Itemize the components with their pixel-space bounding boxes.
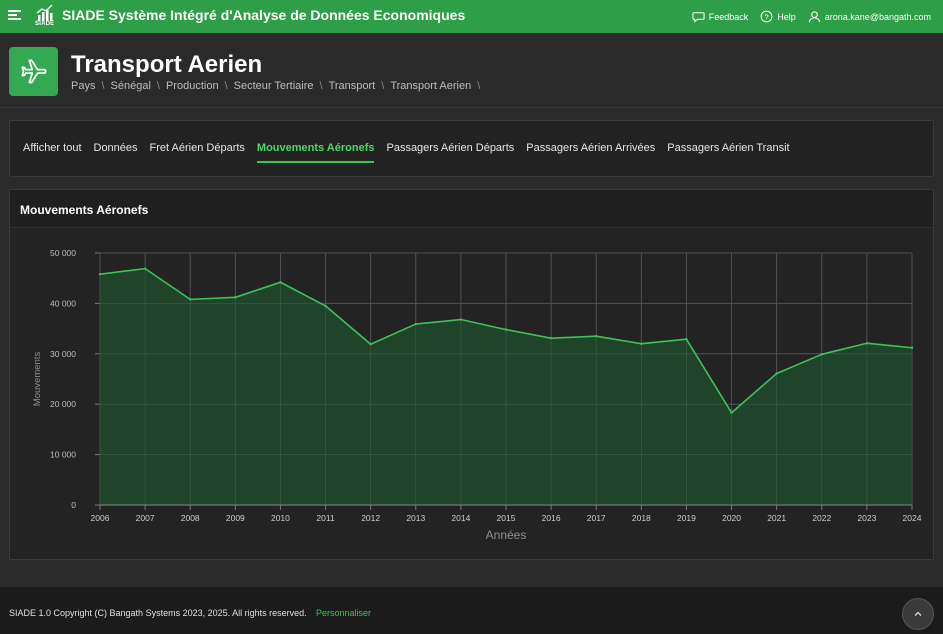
x-tick-label: 2022 (812, 513, 831, 523)
breadcrumb-separator: \ (101, 80, 105, 92)
data-point (459, 318, 463, 321)
svg-text:?: ? (765, 12, 769, 21)
x-tick-label: 2016 (542, 513, 561, 523)
airplane-icon (9, 47, 58, 96)
feedback-label: Feedback (708, 11, 749, 22)
breadcrumb-separator: \ (224, 80, 228, 92)
x-tick-label: 2021 (767, 513, 786, 523)
x-tick-label: 2015 (497, 513, 516, 523)
data-point (98, 272, 102, 276)
x-tick-label: 2020 (722, 513, 741, 523)
footer-copyright: SIADE 1.0 Copyright (C) Bangath Systems … (9, 608, 307, 618)
y-tick-label: 40 000 (50, 298, 76, 308)
data-point (504, 328, 508, 331)
tab-afficher-tout[interactable]: Afficher tout (23, 142, 82, 163)
help-link[interactable]: ? Help (760, 10, 796, 23)
tab-fret-aerien-departs[interactable]: Fret Aérien Départs (150, 142, 245, 163)
data-point (324, 304, 327, 308)
help-label: Help (777, 11, 796, 22)
scroll-to-top-button[interactable] (902, 598, 934, 630)
data-point (595, 334, 598, 338)
chart-panel-title: Mouvements Aéronefs (20, 203, 149, 217)
y-tick-label: 30 000 (50, 349, 76, 359)
breadcrumb-separator: \ (319, 80, 323, 92)
user-menu[interactable]: arona.kane@bangath.com (808, 10, 931, 23)
data-point (685, 337, 688, 341)
data-point (279, 281, 282, 284)
x-tick-label: 2006 (91, 513, 110, 523)
x-tick-label: 2009 (226, 513, 245, 523)
data-point (820, 353, 823, 356)
chart-panel: Mouvements Aéronefs 0 10 000 20 000 30 000 4… (9, 189, 934, 560)
breadcrumb-separator: \ (156, 80, 160, 92)
x-tick-label: 2013 (406, 513, 425, 523)
area-chart: 0 10 000 20 000 30 000 40 000 50 000 2006 2007 2… (32, 248, 922, 542)
x-axis-label: Années (486, 528, 527, 542)
data-point (414, 322, 417, 326)
x-tick-label: 2019 (677, 513, 696, 523)
chevron-up-icon (914, 611, 922, 616)
data-point (730, 411, 733, 414)
x-tick-label: 2017 (587, 513, 606, 523)
breadcrumb-item-pays[interactable]: Pays (71, 80, 95, 92)
y-tick-label: 50 000 (50, 248, 76, 258)
help-icon: ? (760, 10, 773, 23)
breadcrumb-item-senegal[interactable]: Sénégal (111, 80, 151, 92)
menu-icon[interactable] (8, 10, 22, 22)
breadcrumb: Pays \ Sénégal \ Production \ Secteur Te… (71, 80, 486, 92)
customize-link[interactable]: Personnaliser (316, 608, 371, 618)
data-point (640, 342, 643, 345)
x-tick-label: 2008 (181, 513, 200, 523)
tab-passagers-aerien-departs[interactable]: Passagers Aérien Départs (386, 142, 514, 163)
y-tick-label: 10 000 (50, 450, 76, 460)
tab-mouvements-aeronefs[interactable]: Mouvements Aéronefs (256, 142, 375, 163)
x-tick-label: 2024 (903, 513, 922, 523)
app-title: SIADE Système Intégré d'Analyse de Donné… (62, 7, 466, 23)
data-point (234, 296, 237, 299)
logo-text: SIADE (35, 21, 55, 27)
tab-passagers-aerien-arrivees[interactable]: Passagers Aérien Arrivées (526, 142, 655, 163)
user-icon (808, 11, 820, 23)
data-point (865, 342, 869, 345)
tab-bar: Afficher tout Données Fret Aérien Départ… (23, 142, 802, 163)
data-point (189, 298, 192, 301)
breadcrumb-item-transport[interactable]: Transport (329, 80, 376, 92)
x-tick-label: 2023 (857, 513, 876, 523)
x-tick-label: 2018 (632, 513, 651, 523)
user-email: arona.kane@bangath.com (824, 11, 931, 22)
x-tick-label: 2011 (316, 513, 335, 523)
y-tick-label: 20 000 (50, 399, 76, 409)
x-tick-label: 2012 (361, 513, 380, 523)
data-point (143, 267, 147, 270)
breadcrumb-item-production[interactable]: Production (166, 80, 219, 92)
breadcrumb-item-secteur-tertiaire[interactable]: Secteur Tertiaire (234, 80, 314, 92)
breadcrumb-separator: \ (477, 80, 481, 92)
x-tick-label: 2014 (451, 513, 470, 523)
x-tick-label: 2007 (136, 513, 155, 523)
breadcrumb-item-transport-aerien[interactable]: Transport Aerien (390, 80, 471, 92)
top-app-bar: SIADE SIADE Système Intégré d'Analyse de… (0, 0, 943, 33)
data-point (775, 372, 778, 375)
data-point (910, 346, 914, 349)
footer: SIADE 1.0 Copyright (C) Bangath Systems … (0, 587, 943, 634)
chart-panel-header: Mouvements Aéronefs (10, 190, 933, 228)
page-header: Transport Aerien Pays \ Sénégal \ Produc… (0, 33, 943, 108)
page-title: Transport Aerien (71, 51, 263, 78)
data-point (549, 336, 553, 340)
feedback-link[interactable]: Feedback (692, 10, 749, 23)
y-axis-label: Mouvements (32, 352, 43, 407)
breadcrumb-separator: \ (381, 80, 385, 92)
tab-donnees[interactable]: Données (94, 142, 138, 163)
data-point (369, 343, 372, 346)
tabs-panel: Afficher tout Données Fret Aérien Départ… (9, 120, 934, 177)
tab-passagers-aerien-transit[interactable]: Passagers Aérien Transit (667, 142, 789, 163)
x-tick-label: 2010 (271, 513, 290, 523)
feedback-icon (692, 12, 705, 23)
y-tick-label: 0 (71, 500, 76, 510)
